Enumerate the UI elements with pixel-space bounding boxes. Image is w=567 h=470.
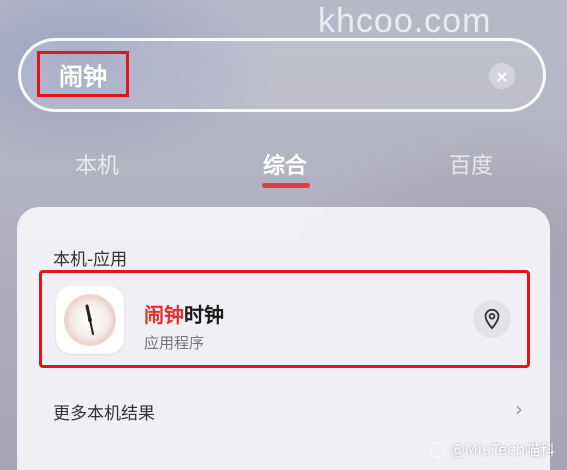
search-input-value[interactable]: 闹钟 bbox=[37, 51, 129, 97]
chevron-right-icon: › bbox=[515, 397, 523, 421]
search-bar[interactable]: 闹钟 × bbox=[18, 38, 546, 112]
clear-search-button[interactable]: × bbox=[489, 63, 515, 89]
results-card: 本机-应用 闹钟时钟 应用程序 更多本机结果 › bbox=[17, 207, 550, 470]
search-tabs: 本机 综合 百度 bbox=[0, 148, 567, 188]
location-pin-icon bbox=[484, 308, 500, 330]
watermark-text: khcoo.com bbox=[318, 2, 492, 40]
active-tab-indicator bbox=[262, 183, 310, 188]
watermark-bottom-text: @MiuTech喵科 bbox=[449, 441, 555, 459]
close-icon: × bbox=[495, 66, 509, 86]
tab-baidu[interactable]: 百度 bbox=[449, 148, 493, 180]
app-name-highlight: 闹钟 bbox=[144, 303, 184, 327]
app-type-label: 应用程序 bbox=[144, 334, 205, 352]
watermark-logo-icon bbox=[429, 441, 446, 458]
clock-app-icon[interactable] bbox=[56, 286, 124, 354]
app-name: 闹钟时钟 bbox=[144, 299, 224, 328]
watermark-bottom: @MiuTech喵科 bbox=[429, 439, 555, 460]
tab-all[interactable]: 综合 bbox=[263, 148, 307, 180]
section-title: 本机-应用 bbox=[53, 250, 128, 270]
app-name-rest: 时钟 bbox=[184, 303, 224, 327]
more-results-label: 更多本机结果 bbox=[53, 404, 155, 424]
tab-local[interactable]: 本机 bbox=[75, 148, 119, 180]
more-local-results[interactable]: 更多本机结果 › bbox=[53, 397, 523, 427]
result-app-clock[interactable]: 闹钟时钟 应用程序 bbox=[39, 270, 530, 368]
locate-app-button[interactable] bbox=[473, 300, 511, 338]
